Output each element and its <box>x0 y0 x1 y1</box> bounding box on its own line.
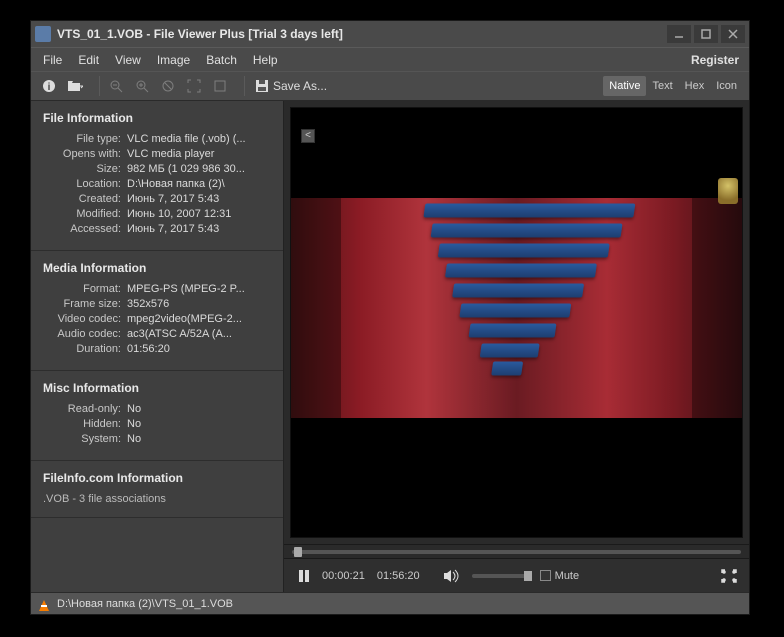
close-button[interactable] <box>721 25 745 43</box>
window-title: VTS_01_1.VOB - File Viewer Plus [Trial 3… <box>57 27 664 41</box>
app-icon <box>35 26 51 42</box>
section-title: File Information <box>43 111 271 125</box>
info-button[interactable]: i <box>37 74 61 98</box>
info-sidebar: File Information File type:VLC media fil… <box>31 101 283 592</box>
label: System: <box>43 433 121 445</box>
label: Video codec: <box>43 313 121 325</box>
menu-image[interactable]: Image <box>149 49 198 71</box>
viewmode-text[interactable]: Text <box>646 76 678 96</box>
viewmode-hex[interactable]: Hex <box>679 76 711 96</box>
menubar: File Edit View Image Batch Help Register <box>31 47 749 71</box>
viewmode-icon[interactable]: Icon <box>710 76 743 96</box>
open-folder-button[interactable] <box>63 74 87 98</box>
value: MPEG-PS (MPEG-2 P... <box>121 283 271 295</box>
app-window: VTS_01_1.VOB - File Viewer Plus [Trial 3… <box>30 20 750 615</box>
maximize-button[interactable] <box>694 25 718 43</box>
value: Июнь 10, 2007 12:31 <box>121 208 271 220</box>
label: Format: <box>43 283 121 295</box>
video-frame <box>291 198 742 418</box>
value: VLC media file (.vob) (... <box>121 133 271 145</box>
mute-label: Mute <box>555 570 579 582</box>
fileinfo-link[interactable]: .VOB - 3 file associations <box>43 493 271 505</box>
value: mpeg2video(MPEG-2... <box>121 313 271 325</box>
label: Opens with: <box>43 148 121 160</box>
expand-button[interactable] <box>717 564 741 588</box>
statusbar: D:\Новая папка (2)\VTS_01_1.VOB <box>31 592 749 614</box>
label: Frame size: <box>43 298 121 310</box>
value: No <box>121 418 271 430</box>
content-area: File Information File type:VLC media fil… <box>31 101 749 592</box>
misc-information-section: Misc Information Read-only:No Hidden:No … <box>31 371 283 461</box>
volume-icon[interactable] <box>440 564 464 588</box>
media-information-section: Media Information Format:MPEG-PS (MPEG-2… <box>31 251 283 371</box>
register-button[interactable]: Register <box>683 49 745 71</box>
seek-bar[interactable] <box>284 544 749 558</box>
file-information-section: File Information File type:VLC media fil… <box>31 101 283 251</box>
value: 982 МБ (1 029 986 30... <box>121 163 271 175</box>
value: No <box>121 433 271 445</box>
value: No <box>121 403 271 415</box>
value: ac3(ATSC A/52A (A... <box>121 328 271 340</box>
volume-slider[interactable] <box>472 574 532 578</box>
fileinfo-com-section: FileInfo.com Information .VOB - 3 file a… <box>31 461 283 518</box>
value: Июнь 7, 2017 5:43 <box>121 193 271 205</box>
decorative-sprite <box>718 178 738 204</box>
section-title: Media Information <box>43 261 271 275</box>
seek-track[interactable] <box>292 550 741 554</box>
section-title: Misc Information <box>43 381 271 395</box>
current-time: 00:00:21 <box>322 570 365 582</box>
volume-thumb[interactable] <box>524 571 532 581</box>
player-controls: 00:00:21 01:56:20 Mute <box>284 558 749 592</box>
main-panel: 00:00:21 01:56:20 Mute <box>283 101 749 592</box>
value: D:\Новая папка (2)\ <box>121 178 271 190</box>
section-title: FileInfo.com Information <box>43 471 271 485</box>
menu-file[interactable]: File <box>35 49 70 71</box>
label: Modified: <box>43 208 121 220</box>
label: File type: <box>43 133 121 145</box>
value: 352x576 <box>121 298 271 310</box>
label: Created: <box>43 193 121 205</box>
titlebar: VTS_01_1.VOB - File Viewer Plus [Trial 3… <box>31 21 749 47</box>
label: Hidden: <box>43 418 121 430</box>
seek-thumb[interactable] <box>294 547 302 557</box>
menu-view[interactable]: View <box>107 49 149 71</box>
minimize-button[interactable] <box>667 25 691 43</box>
label: Accessed: <box>43 223 121 235</box>
viewmode-native[interactable]: Native <box>603 76 646 96</box>
label: Audio codec: <box>43 328 121 340</box>
label: Read-only: <box>43 403 121 415</box>
mute-checkbox[interactable] <box>540 570 551 581</box>
save-as-label: Save As... <box>273 79 327 93</box>
video-canvas[interactable] <box>290 107 743 538</box>
menu-batch[interactable]: Batch <box>198 49 245 71</box>
menu-edit[interactable]: Edit <box>70 49 107 71</box>
zoom-reset-button[interactable] <box>156 74 180 98</box>
value: VLC media player <box>121 148 271 160</box>
save-as-button[interactable]: Save As... <box>249 77 333 95</box>
vlc-cone-icon <box>37 597 51 611</box>
fullscreen-button[interactable] <box>182 74 206 98</box>
floppy-icon <box>255 79 269 93</box>
mute-toggle[interactable]: Mute <box>540 570 579 582</box>
status-path: D:\Новая папка (2)\VTS_01_1.VOB <box>57 598 233 610</box>
value: 01:56:20 <box>121 343 271 355</box>
label: Location: <box>43 178 121 190</box>
toolbar: i Save As... Native Text Hex Icon <box>31 71 749 101</box>
video-logo-graphic <box>398 204 635 394</box>
svg-text:i: i <box>48 82 51 93</box>
collapse-sidebar-button[interactable]: < <box>301 129 315 143</box>
label: Size: <box>43 163 121 175</box>
pause-button[interactable] <box>292 564 316 588</box>
value: Июнь 7, 2017 5:43 <box>121 223 271 235</box>
zoom-in-button[interactable] <box>130 74 154 98</box>
fit-button[interactable] <box>208 74 232 98</box>
menu-help[interactable]: Help <box>245 49 286 71</box>
zoom-out-button[interactable] <box>104 74 128 98</box>
total-time: 01:56:20 <box>377 570 420 582</box>
label: Duration: <box>43 343 121 355</box>
